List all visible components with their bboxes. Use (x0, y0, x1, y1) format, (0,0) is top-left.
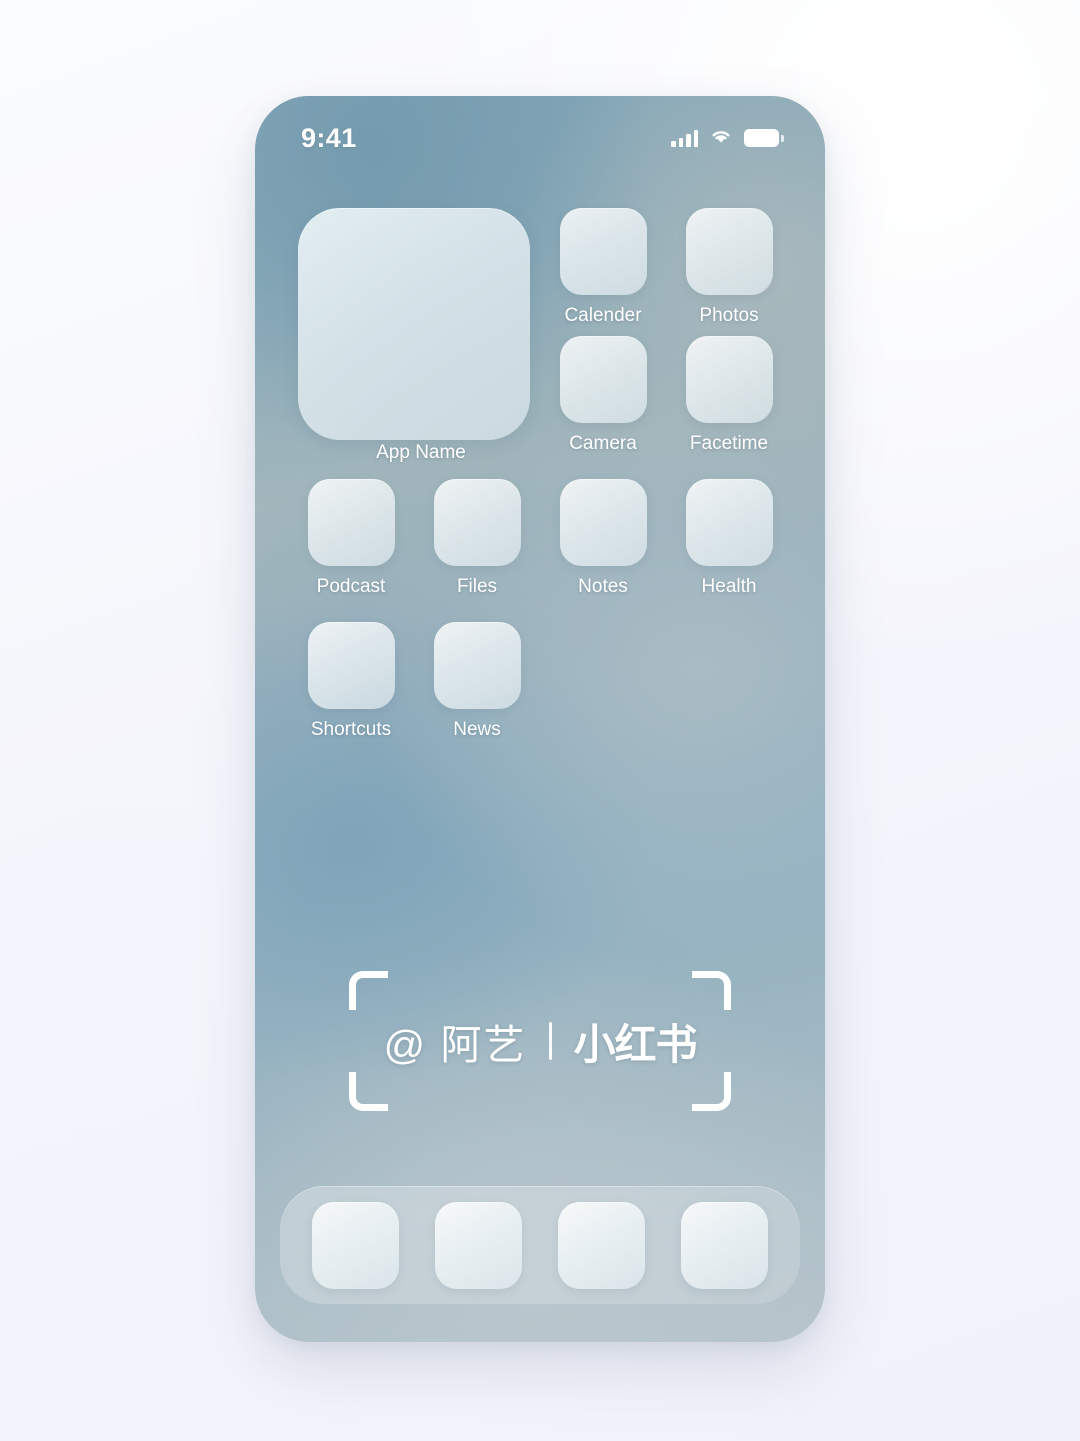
page-canvas: 9:41 Calender Photos Camera Facetime Pod… (0, 0, 1080, 1441)
app-grid-row: Podcast Files Notes Health (255, 479, 825, 596)
watermark-brand-logo: 小红书 (573, 1020, 698, 1068)
shortcuts-app-icon[interactable] (307, 622, 395, 709)
app-label: Notes (578, 576, 628, 597)
app-cell-health[interactable]: Health (666, 479, 792, 596)
app-label: Facetime (689, 433, 769, 454)
app-label: Calender (564, 305, 642, 326)
notes-app-icon[interactable] (559, 479, 647, 566)
news-app-icon[interactable] (433, 622, 521, 709)
app-grid-row: Shortcuts News (255, 622, 825, 739)
watermark-content: @ 阿艺 小红书 (349, 971, 731, 1111)
dock (280, 1186, 800, 1304)
watermark: @ 阿艺 小红书 (349, 971, 731, 1111)
dock-app-icon-1[interactable] (312, 1201, 399, 1289)
app-label: News (453, 719, 501, 740)
app-label: Shortcuts (310, 719, 392, 740)
app-cell-podcast[interactable]: Podcast (288, 479, 414, 596)
status-bar: 9:41 (255, 118, 825, 158)
grid-spacer (666, 622, 792, 739)
app-cell-files[interactable]: Files (414, 479, 540, 596)
cellular-signal-icon (671, 129, 698, 147)
dock-app-icon-3[interactable] (558, 1201, 645, 1289)
files-app-icon[interactable] (433, 479, 521, 566)
app-grid-row: Camera Facetime (255, 336, 825, 453)
home-screen-app-grid: Calender Photos Camera Facetime Podcast … (255, 208, 825, 739)
app-cell-shortcuts[interactable]: Shortcuts (288, 622, 414, 739)
photos-app-icon[interactable] (685, 208, 773, 295)
app-widget-label: App Name (376, 442, 466, 463)
app-label: Health (701, 576, 757, 597)
podcast-app-icon[interactable] (307, 479, 395, 566)
grid-spacer (540, 622, 666, 739)
app-cell-notes[interactable]: Notes (540, 479, 666, 596)
facetime-app-icon[interactable] (685, 336, 773, 423)
app-cell-facetime[interactable]: Facetime (666, 336, 792, 453)
app-label: Camera (569, 433, 637, 454)
dock-app-icon-4[interactable] (681, 1201, 768, 1289)
phone-mockup: 9:41 Calender Photos Camera Facetime Pod… (255, 96, 825, 1342)
app-cell-news[interactable]: News (414, 622, 540, 739)
calendar-app-icon[interactable] (559, 208, 647, 295)
dock-app-icon-2[interactable] (435, 1201, 522, 1289)
app-label: Podcast (316, 576, 386, 597)
camera-app-icon[interactable] (559, 336, 647, 423)
battery-full-icon (744, 129, 784, 147)
app-label: Files (456, 576, 498, 597)
status-bar-time: 9:41 (301, 122, 357, 153)
app-cell-camera[interactable]: Camera (540, 336, 666, 453)
watermark-handle: @ 阿艺 (383, 1022, 527, 1068)
app-widget-label-wrapper: App Name (288, 443, 554, 463)
health-app-icon[interactable] (685, 479, 773, 566)
watermark-divider (548, 1022, 552, 1060)
wifi-icon (709, 127, 733, 150)
grid-spacer (288, 336, 540, 453)
app-label: Photos (699, 305, 759, 326)
status-bar-indicators (671, 127, 784, 150)
